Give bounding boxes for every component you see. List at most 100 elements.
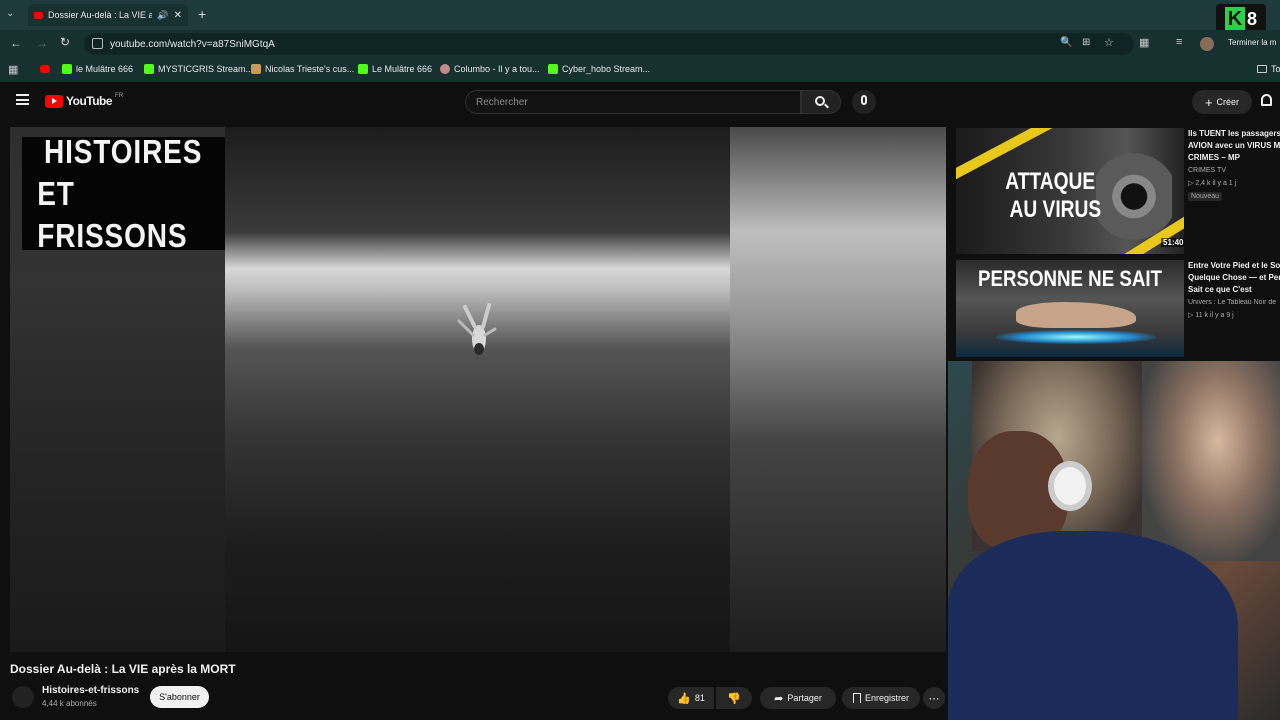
back-icon[interactable]: ←: [10, 36, 22, 50]
play-bookmark-icon: [62, 64, 72, 74]
play-bookmark-icon: [358, 64, 368, 74]
channel-logo-line1: HISTOIRES: [44, 132, 203, 170]
bookmark-label: MYSTICGRIS Stream...: [158, 64, 254, 74]
tab-close-icon[interactable]: ✕: [174, 10, 182, 21]
menu-icon[interactable]: [16, 94, 29, 105]
country-code: FR: [115, 93, 124, 99]
thumbnail-text-line2: AU VIRUS: [1009, 196, 1102, 223]
kick-bookmark-icon: [548, 64, 558, 74]
reload-icon[interactable]: ↻: [60, 35, 70, 49]
address-bar[interactable]: youtube.com/watch?v=a87SniMGtqA 🔍 ⊞ ☆: [84, 33, 1134, 55]
subscribe-button[interactable]: S'abonner: [150, 686, 209, 708]
reading-list-icon[interactable]: ≡: [1176, 36, 1182, 48]
speaker-icon[interactable]: 🔊: [157, 10, 168, 21]
youtube-bookmark-icon[interactable]: [40, 65, 50, 73]
bookmarks-bar: ▦ le Mulâtre 666 MYSTICGRIS Stream... Ni…: [0, 58, 1280, 82]
browser-tab-active[interactable]: Dossier Au-delà : La VIE ap 🔊 ✕: [28, 4, 188, 26]
search-button[interactable]: [801, 90, 841, 114]
bookmark-star-icon[interactable]: ☆: [1104, 36, 1114, 49]
k8-logo-k: K: [1224, 7, 1245, 31]
search-input[interactable]: Rechercher: [465, 90, 801, 114]
k8-logo-number: 8: [1246, 8, 1257, 29]
face-bookmark-icon: [440, 64, 450, 74]
youtube-header: YouTube FR Rechercher + Créer: [0, 82, 1280, 122]
install-app-icon[interactable]: ⊞: [1082, 37, 1090, 48]
bookmark-label: le Mulâtre 666: [76, 64, 134, 74]
recommendation-channel[interactable]: CRIMES TV: [1188, 167, 1280, 174]
subscriber-count: 4,44 k abonnés: [42, 699, 97, 708]
like-count: 81: [694, 693, 705, 703]
webcam-overlay: [948, 361, 1280, 720]
recommendation-channel[interactable]: Univers : Le Tableau Noir de: [1188, 299, 1280, 306]
more-icon: ⋯: [928, 692, 940, 705]
create-button[interactable]: + Créer: [1192, 90, 1252, 114]
youtube-logo[interactable]: YouTube FR: [45, 93, 124, 108]
profile-avatar[interactable]: [1200, 37, 1214, 51]
bookmark-item[interactable]: MYSTICGRIS Stream...: [144, 64, 253, 74]
recommendation-thumbnail[interactable]: PERSONNE NE SAIT: [956, 260, 1184, 357]
create-label: Créer: [1216, 97, 1240, 107]
kick-bookmark-icon: [144, 64, 154, 74]
bookmark-label: Le Mulâtre 666: [372, 64, 433, 74]
video-player[interactable]: HISTOIRES ET FRISSONS: [10, 127, 946, 652]
more-actions-button[interactable]: ⋯: [923, 687, 945, 709]
mic-button[interactable]: [852, 90, 876, 114]
recommendation-thumbnail[interactable]: ATTAQUE AU VIRUS 51:40: [956, 128, 1184, 254]
terminate-session-button[interactable]: Terminer la m: [1228, 38, 1276, 47]
browser-toolbar: ← → ↻ youtube.com/watch?v=a87SniMGtqA 🔍 …: [0, 30, 1280, 58]
bookmark-label: Columbo - Il y a tou...: [454, 64, 540, 74]
tab-list-chevron-icon[interactable]: ⌄: [6, 8, 20, 22]
recommendation-title-line[interactable]: CRIMES – MP: [1188, 152, 1280, 164]
youtube-favicon-icon: [34, 11, 43, 19]
bookmark-item[interactable]: Nicolas Trieste's cus...: [251, 64, 354, 74]
bookmark-item[interactable]: Columbo - Il y a tou...: [440, 64, 540, 74]
channel-logo-overlay: HISTOIRES ET FRISSONS: [22, 133, 225, 254]
video-right-panel: [730, 127, 946, 652]
share-label: Partager: [787, 693, 822, 703]
bookmark-label: Cyber_hobo Stream...: [562, 64, 651, 74]
new-tab-button[interactable]: +: [198, 6, 206, 22]
recommendation-meta: ▷ 2,4 k il y a 1 j: [1188, 180, 1237, 187]
extensions-icon[interactable]: ▦: [1139, 36, 1149, 49]
folder-icon: [1257, 65, 1267, 73]
bookmark-item[interactable]: Le Mulâtre 666: [358, 64, 432, 74]
forward-icon[interactable]: →: [36, 36, 48, 50]
bookmark-item[interactable]: le Mulâtre 666: [62, 64, 133, 74]
plus-icon: +: [1204, 94, 1213, 110]
recommendation-title-line[interactable]: Entre Votre Pied et le So: [1188, 260, 1280, 272]
search-placeholder: Rechercher: [476, 96, 528, 108]
channel-avatar[interactable]: [12, 686, 34, 708]
headset-icon: [1048, 461, 1092, 511]
zoom-icon[interactable]: 🔍: [1060, 37, 1072, 48]
streamer-body: [948, 531, 1238, 720]
recommendation-meta: ▷ 11 k il y a 9 j: [1188, 312, 1234, 319]
recommendation-title-line[interactable]: Ils TUENT les passagers: [1188, 128, 1280, 140]
foot-image: [1016, 302, 1136, 328]
apps-grid-icon[interactable]: ▦: [8, 63, 18, 76]
bookmarks-folder[interactable]: To: [1257, 64, 1280, 74]
bookmark-label: Nicolas Trieste's cus...: [265, 64, 355, 74]
site-info-icon[interactable]: [92, 38, 103, 49]
video-title: Dossier Au-delà : La VIE après la MORT: [10, 662, 236, 676]
browser-tab-bar: ⌄ Dossier Au-delà : La VIE ap 🔊 ✕ + K 8: [0, 0, 1280, 34]
thumbnail-text-line1: PERSONNE NE SAIT: [978, 266, 1162, 291]
recommendation-title-line[interactable]: Sait ce que C'est: [1188, 284, 1280, 296]
save-button[interactable]: Enregistrer: [842, 687, 920, 709]
bookmark-item[interactable]: Cyber_hobo Stream...: [548, 64, 650, 74]
youtube-wordmark: YouTube: [66, 94, 113, 108]
mic-icon: [861, 95, 867, 105]
recommendation-title-line[interactable]: Quelque Chose — et Per: [1188, 272, 1280, 284]
dislike-button[interactable]: 👎: [716, 687, 752, 709]
like-button[interactable]: 👍 81: [668, 687, 714, 709]
share-button[interactable]: ➦ Partager: [760, 687, 836, 709]
video-frame: [225, 127, 730, 652]
folder-label: To: [1271, 64, 1280, 74]
portrait-poster: [1142, 361, 1280, 561]
notifications-bell-icon[interactable]: [1261, 94, 1272, 106]
youtube-play-icon: [45, 94, 63, 108]
tab-title: Dossier Au-delà : La VIE ap: [48, 10, 153, 20]
cat-bookmark-icon: [251, 64, 261, 74]
glow-effect: [996, 330, 1156, 344]
channel-name[interactable]: Histoires-et-frissons: [42, 685, 139, 696]
recommendation-title-line[interactable]: AVION avec un VIRUS M: [1188, 140, 1280, 152]
